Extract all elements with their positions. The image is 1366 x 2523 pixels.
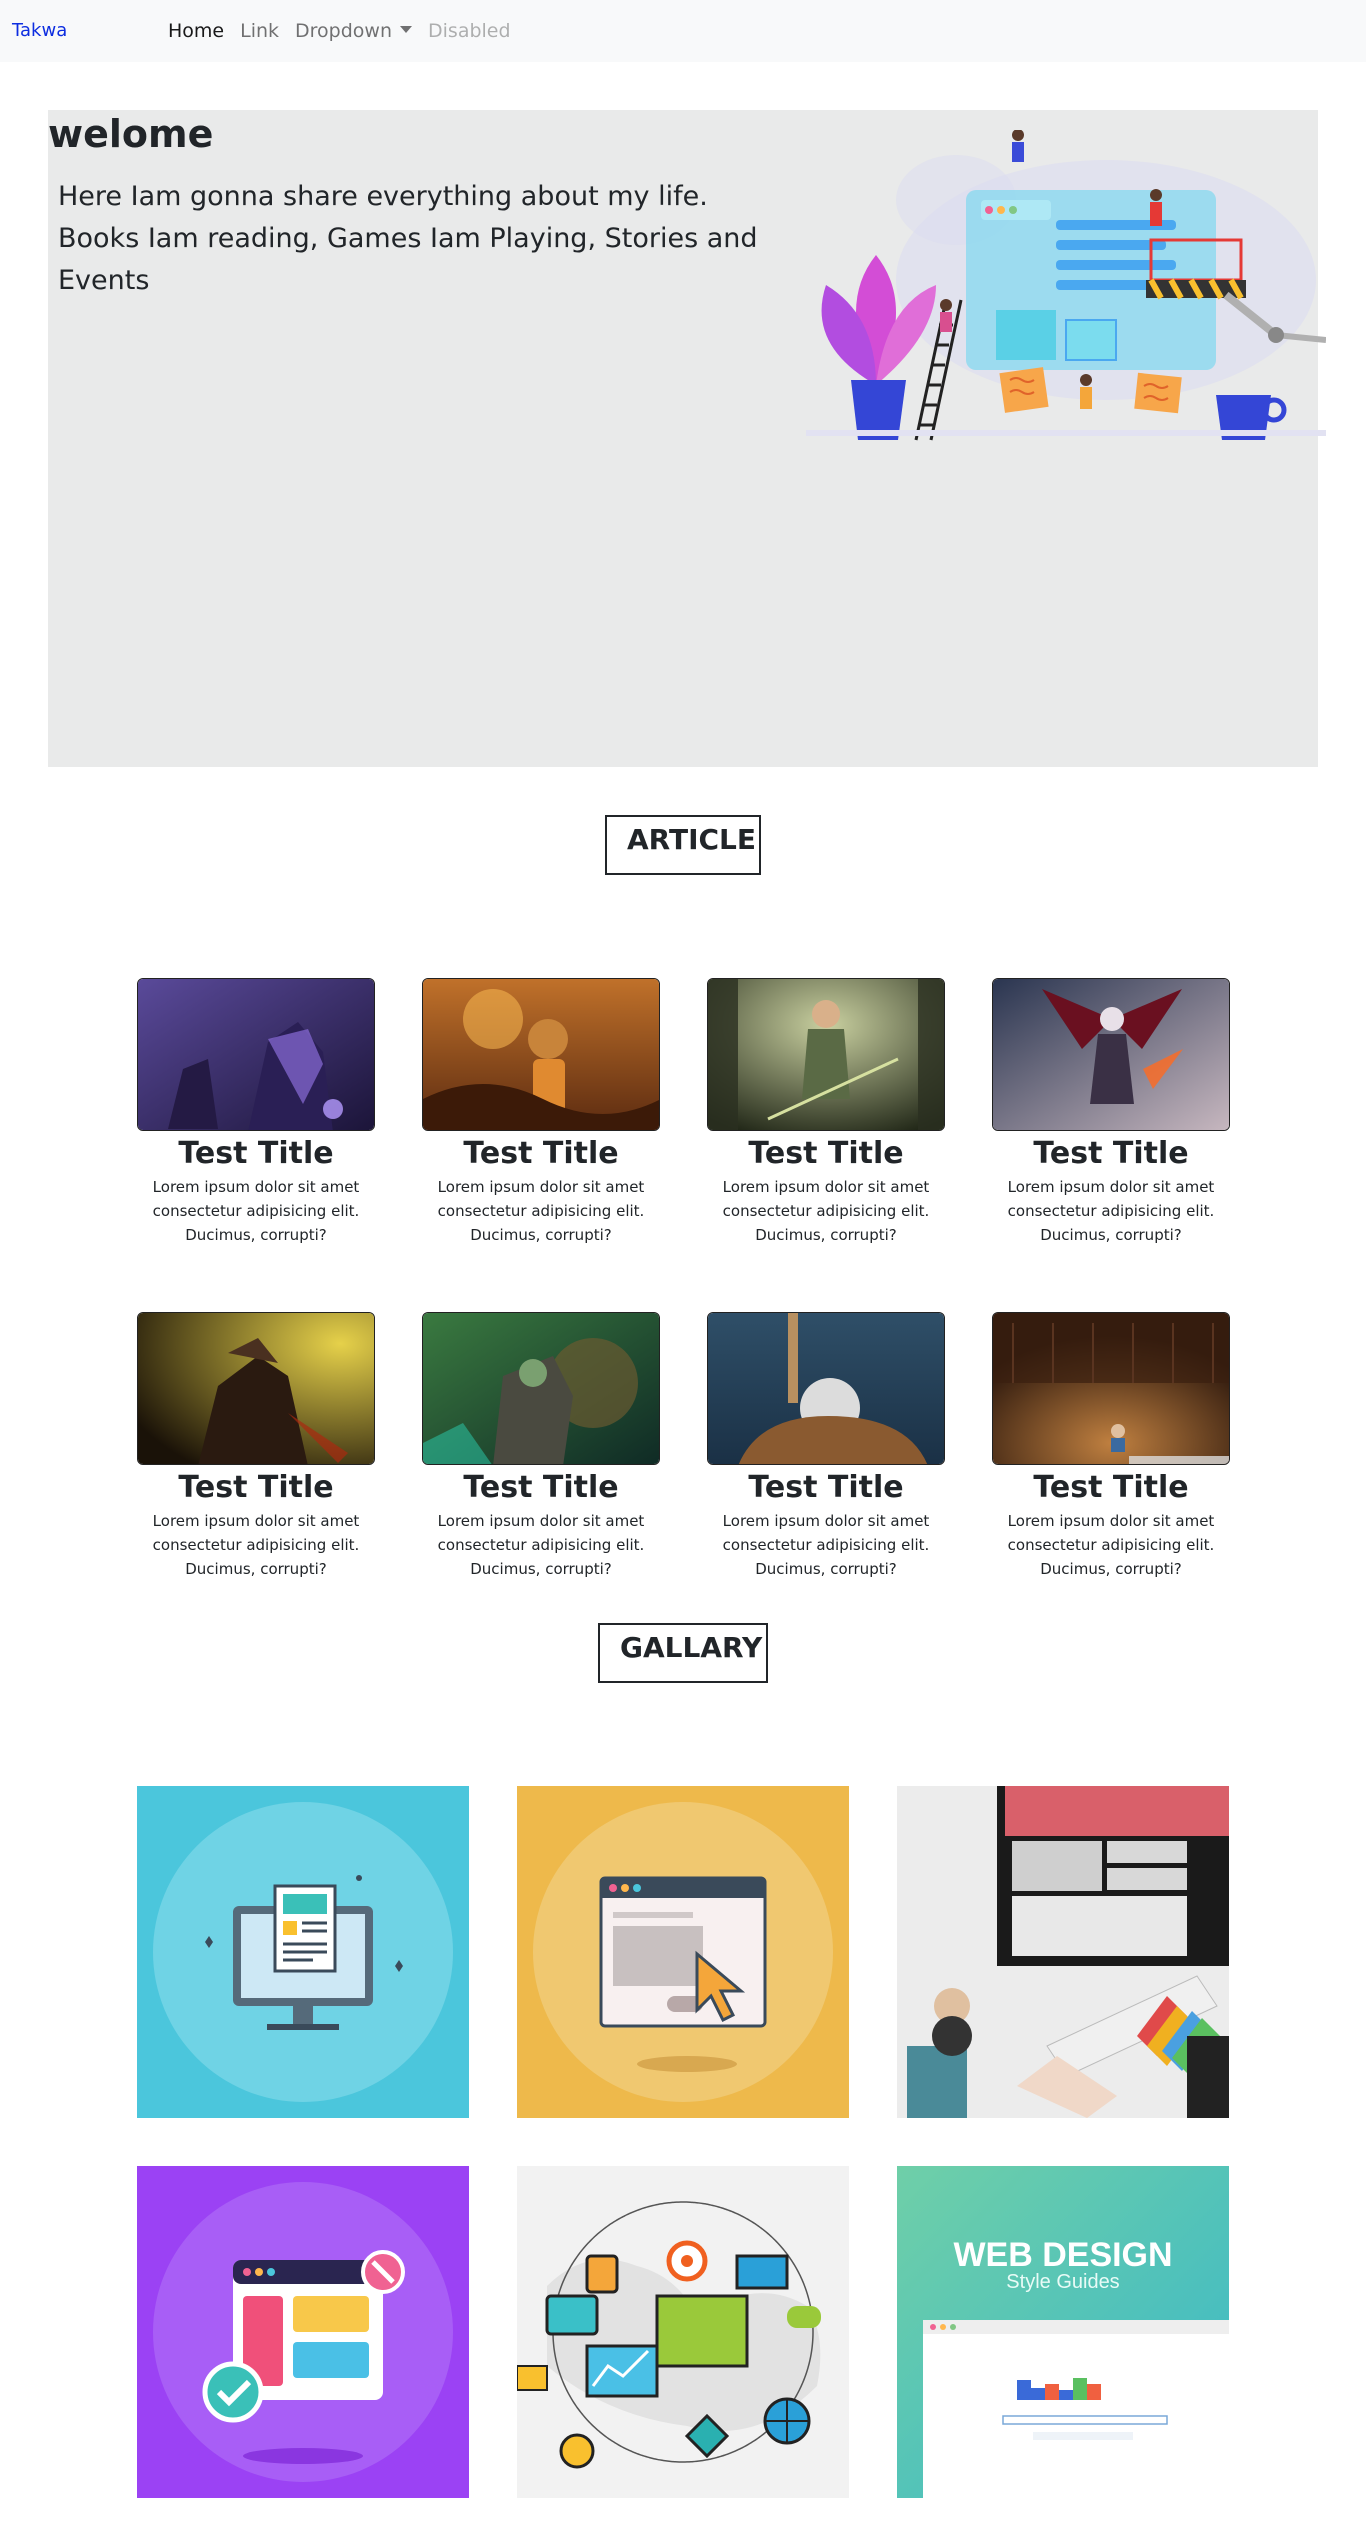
card-image — [422, 978, 660, 1131]
webdesign-subtitle: Style Guides — [1006, 2271, 1119, 2293]
webdesign-title: WEB DESIGN — [953, 2236, 1172, 2274]
hero-section: welome Here Iam gonna share everything a… — [48, 110, 1326, 767]
card-image — [137, 1312, 375, 1465]
hero-illustration — [806, 130, 1326, 441]
card-image — [422, 1312, 660, 1465]
card-title: Test Title — [748, 1470, 904, 1505]
hero-text: Here Iam gonna share everything about my… — [58, 181, 758, 296]
card-text: Lorem ipsum dolor sit amet consectetur a… — [1007, 1512, 1215, 1578]
card-title: Test Title — [748, 1136, 904, 1171]
nav-link-disabled: Disabled — [428, 20, 511, 42]
card-title: Test Title — [178, 1470, 334, 1505]
article-card[interactable]: Test Title Lorem ipsum dolor sit amet co… — [422, 978, 660, 1247]
card-image — [707, 1312, 945, 1465]
card-title: Test Title — [463, 1136, 619, 1171]
caret-down-icon — [400, 26, 413, 33]
card-image — [707, 978, 945, 1131]
nav-link-home[interactable]: Home — [160, 20, 232, 42]
gallery-image-monitor[interactable] — [137, 1786, 469, 2118]
card-text: Lorem ipsum dolor sit amet consectetur a… — [1007, 1178, 1215, 1244]
card-text: Lorem ipsum dolor sit amet consectetur a… — [437, 1512, 645, 1578]
article-card[interactable]: Test Title Lorem ipsum dolor sit amet co… — [992, 1312, 1230, 1581]
gallery-image-approval[interactable] — [137, 2166, 469, 2498]
card-text: Lorem ipsum dolor sit amet consectetur a… — [722, 1178, 930, 1244]
gallery-heading: GALLARY — [598, 1623, 768, 1683]
article-card[interactable]: Test Title Lorem ipsum dolor sit amet co… — [137, 1312, 375, 1581]
navbar: Takwa Home Link Dropdown Disabled — [0, 0, 1366, 62]
article-heading: ARTICLE — [605, 815, 761, 875]
card-title: Test Title — [178, 1136, 334, 1171]
article-card[interactable]: Test Title Lorem ipsum dolor sit amet co… — [707, 1312, 945, 1581]
card-text: Lorem ipsum dolor sit amet consectetur a… — [437, 1178, 645, 1244]
nav-link-link[interactable]: Link — [232, 20, 287, 42]
article-card[interactable]: Test Title Lorem ipsum dolor sit amet co… — [707, 978, 945, 1247]
gallery-image-webdesign[interactable]: WEB DESIGN Style Guides — [897, 2166, 1229, 2498]
card-title: Test Title — [1033, 1470, 1189, 1505]
card-title: Test Title — [463, 1470, 619, 1505]
card-text: Lorem ipsum dolor sit amet consectetur a… — [152, 1178, 360, 1244]
card-image — [137, 978, 375, 1131]
nav-dropdown-label: Dropdown — [295, 20, 393, 42]
card-image — [992, 978, 1230, 1131]
nav-links: Home Link Dropdown Disabled — [160, 20, 519, 42]
article-card[interactable]: Test Title Lorem ipsum dolor sit amet co… — [992, 978, 1230, 1247]
navbar-brand[interactable]: Takwa — [12, 20, 67, 41]
nav-dropdown[interactable]: Dropdown — [287, 20, 420, 42]
card-image — [992, 1312, 1230, 1465]
hero-title: welome — [48, 112, 214, 156]
card-text: Lorem ipsum dolor sit amet consectetur a… — [152, 1512, 360, 1578]
gallery-image-network[interactable] — [517, 2166, 849, 2498]
card-text: Lorem ipsum dolor sit amet consectetur a… — [722, 1512, 930, 1578]
card-title: Test Title — [1033, 1136, 1189, 1171]
gallery-image-desk[interactable] — [897, 1786, 1229, 2118]
article-card[interactable]: Test Title Lorem ipsum dolor sit amet co… — [422, 1312, 660, 1581]
gallery-image-cursor[interactable] — [517, 1786, 849, 2118]
article-card[interactable]: Test Title Lorem ipsum dolor sit amet co… — [137, 978, 375, 1247]
